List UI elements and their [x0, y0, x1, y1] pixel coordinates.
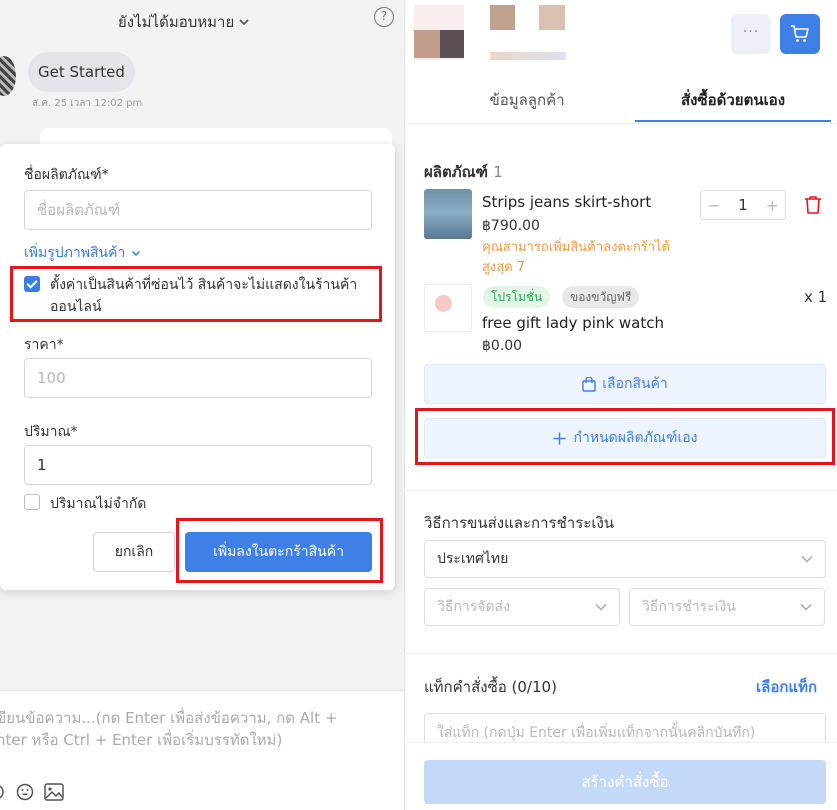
shipping-method-placeholder: วิธีการจัดส่ง: [437, 599, 510, 615]
chevron-down-icon: [801, 555, 813, 563]
customer-image-blur: [490, 52, 566, 60]
compose-toolbar: [0, 783, 64, 801]
product-name: Strips jeans skirt-short: [482, 193, 652, 211]
select-product-label: เลือกสินค้า: [602, 376, 668, 392]
unlimited-quantity-checkbox[interactable]: [24, 494, 40, 510]
more-button[interactable]: ···: [731, 14, 771, 54]
products-section-title: ผลิตภัณฑ์ 1: [424, 160, 503, 184]
tab-customer-info[interactable]: ข้อมูลลูกค้า: [426, 80, 628, 122]
increment-button[interactable]: +: [766, 196, 779, 215]
custom-product-popup: ชื่อผลิตภัณฑ์* ชื่อผลิตภัณฑ์ เพิ่มรูปภาพ…: [0, 144, 395, 590]
hidden-product-checkbox[interactable]: [24, 276, 40, 292]
quantity-input[interactable]: 1: [24, 445, 372, 485]
product-name-input[interactable]: ชื่อผลิตภัณฑ์: [24, 190, 372, 230]
help-icon[interactable]: ?: [374, 7, 394, 27]
quantity-value: 1: [738, 196, 748, 214]
payment-method-placeholder: วิธีการชำระเงิน: [642, 599, 736, 615]
chevron-down-icon: [595, 603, 607, 611]
shopping-bag-icon: [582, 376, 596, 392]
quantity-label: ปริมาณ*: [24, 424, 78, 440]
compose-input[interactable]: ขียนข้อความ...(กด Enter เพื่อส่งข้อความ,…: [0, 707, 396, 751]
message-time: ส.ค. 25 เวลา 12:02 pm: [32, 98, 143, 109]
decrement-button[interactable]: −: [707, 196, 720, 215]
product-name: free gift lady pink watch: [482, 314, 664, 332]
quantity-stepper[interactable]: − 1 +: [700, 190, 786, 220]
price-label: ราคา*: [24, 337, 64, 353]
shipping-section-title: วิธีการขนส่งและการชำระเงิน: [424, 514, 615, 532]
cancel-button[interactable]: ยกเลิก: [93, 532, 175, 572]
trash-icon[interactable]: [804, 195, 822, 215]
quantity-limit-warning: คุณสามารถเพิ่มสินค้าลงตะกร้าได้สูงสุด 7: [482, 240, 670, 275]
compose-area[interactable]: ขียนข้อความ...(กด Enter เพื่อส่งข้อความ,…: [0, 690, 404, 810]
section-divider: [406, 490, 837, 491]
customer-image-blur: [490, 5, 515, 30]
attachment-icon[interactable]: [0, 783, 6, 801]
select-product-button[interactable]: เลือกสินค้า: [424, 364, 826, 404]
gift-quantity: x 1: [804, 288, 828, 306]
chevron-down-icon: [800, 603, 812, 611]
message-bubble: Get Started: [28, 52, 135, 92]
chevron-down-icon: [132, 250, 141, 257]
plus-icon: [553, 432, 565, 444]
tab-manual-order[interactable]: สั่งซื้อด้วยตนเอง: [635, 80, 831, 122]
avatar: [0, 56, 16, 96]
free-gift-badge: ของขวัญฟรี: [562, 286, 640, 308]
price-input[interactable]: 100: [24, 358, 372, 398]
product-price: ฿0.00: [482, 338, 523, 354]
customer-image-blur: [539, 5, 565, 30]
products-count: 1: [493, 163, 503, 181]
customer-image-blur: [414, 30, 440, 58]
hidden-product-label: ตั้งค่าเป็นสินค้าที่ซ่อนไว้ สินค้าจะไม่แ…: [50, 277, 358, 315]
create-order-button[interactable]: สร้างคำสั่งซื้อ: [424, 760, 826, 804]
assign-label: ยังไม่ได้มอบหมาย: [118, 13, 235, 31]
country-select[interactable]: ประเทศไทย: [424, 540, 826, 578]
cart-button[interactable]: [780, 14, 820, 54]
tabs-divider: [406, 123, 837, 124]
add-to-cart-button[interactable]: เพิ่มลงในตะกร้าสินค้า: [185, 532, 372, 572]
compose-line-2: nter หรือ Ctrl + Enter เพื่อเริ่มบรรทัดใ…: [0, 731, 283, 749]
products-title-label: ผลิตภัณฑ์: [424, 163, 488, 181]
country-value: ประเทศไทย: [437, 551, 509, 567]
chat-header: ยังไม่ได้มอบหมาย ?: [0, 0, 404, 40]
shipping-method-select[interactable]: วิธีการจัดส่ง: [424, 588, 620, 626]
product-thumbnail: [424, 189, 472, 239]
add-image-toggle[interactable]: เพิ่มรูปภาพสินค้า: [24, 242, 141, 264]
order-panel: ··· ข้อมูลลูกค้า สั่งซื้อด้วยตนเอง ผลิตภ…: [406, 0, 837, 810]
order-tags-title: แท็กคำสั่งซื้อ (0/10): [424, 678, 557, 696]
image-icon[interactable]: [44, 783, 64, 801]
chat-panel: ยังไม่ได้มอบหมาย ? Get Started ส.ค. 25 เ…: [0, 0, 405, 810]
select-tag-link[interactable]: เลือกแท็ก: [756, 675, 817, 699]
customer-image-blur: [440, 30, 464, 58]
product-price: ฿790.00: [482, 218, 540, 234]
section-divider: [406, 653, 837, 654]
compose-line-1: ขียนข้อความ...(กด Enter เพื่อส่งข้อความ,…: [0, 709, 338, 727]
payment-method-select[interactable]: วิธีการชำระเงิน: [629, 588, 825, 626]
chevron-down-icon: [239, 19, 249, 26]
assign-dropdown[interactable]: ยังไม่ได้มอบหมาย: [118, 10, 250, 34]
custom-product-button[interactable]: กำหนดผลิตภัณฑ์เอง: [424, 418, 826, 458]
add-image-label: เพิ่มรูปภาพสินค้า: [24, 245, 126, 261]
cart-icon: [791, 25, 809, 42]
product-thumbnail: [424, 284, 472, 332]
custom-product-label: กำหนดผลิตภัณฑ์เอง: [573, 430, 698, 446]
emoji-icon[interactable]: [16, 783, 34, 801]
product-name-label: ชื่อผลิตภัณฑ์*: [24, 167, 109, 183]
promotion-badge: โปรโมชั่น: [483, 286, 551, 308]
unlimited-quantity-label: ปริมาณไม่จำกัด: [50, 496, 147, 512]
